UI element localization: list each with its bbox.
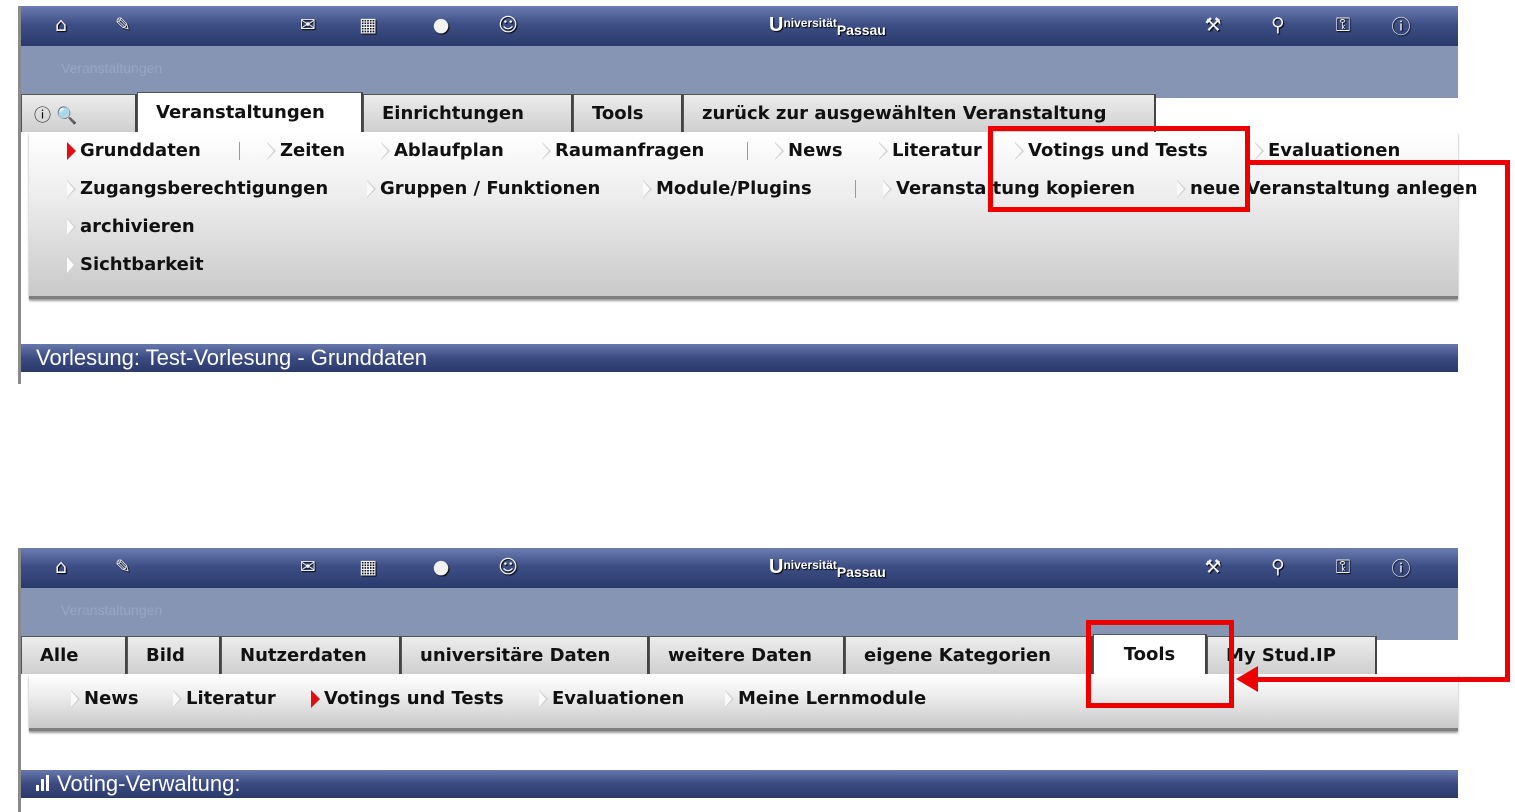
brand-logo: UniversitätPassau — [769, 14, 886, 38]
search-icon[interactable]: ⚲ — [1266, 555, 1290, 579]
arrow-icon — [173, 689, 182, 708]
tab-bild[interactable]: Bild — [127, 636, 221, 674]
submenu-item-archivieren[interactable]: archivieren — [67, 216, 195, 237]
submenu-item-sichtbarkeit[interactable]: Sichtbarkeit — [67, 254, 204, 275]
connector-line-top — [1250, 160, 1510, 165]
arrow-icon — [267, 141, 276, 160]
brand-logo: UniversitätPassau — [769, 556, 886, 580]
chat-icon[interactable]: ● — [429, 555, 453, 579]
chat-icon[interactable]: ● — [429, 13, 453, 37]
selected-arrow-icon — [67, 141, 76, 160]
key-icon[interactable]: ⚿ — [1331, 555, 1355, 579]
tab-einrichtungen[interactable]: Einrichtungen — [363, 94, 573, 132]
arrow-icon — [539, 689, 548, 708]
connector-line-bottom — [1258, 677, 1510, 682]
tab-tools[interactable]: Tools — [573, 94, 683, 132]
submenu-item-news[interactable]: News — [71, 688, 139, 709]
page-title: Voting-Verwaltung: — [21, 770, 1458, 798]
arrow-icon — [643, 179, 652, 198]
tools-icon[interactable]: ⚒ — [1201, 555, 1225, 579]
submenu-item-literatur[interactable]: Literatur — [879, 140, 982, 161]
mail-icon[interactable]: ✉ — [296, 13, 320, 37]
edit-icon[interactable]: ✎ — [111, 555, 135, 579]
separator — [855, 180, 856, 198]
submenu-item-evaluationen[interactable]: Evaluationen — [1255, 140, 1400, 161]
arrow-icon — [879, 141, 888, 160]
home-icon[interactable]: ⌂ — [49, 555, 73, 579]
submenu-row-4: Sichtbarkeit — [29, 246, 1458, 284]
nav-area: Veranstaltungen — [21, 46, 1458, 98]
tab-info-search[interactable]: ⓘ 🔍 — [21, 94, 137, 132]
tab-bar: ⓘ 🔍 Veranstaltungen Einrichtungen Tools … — [21, 92, 1156, 132]
tools-icon[interactable]: ⚒ — [1201, 13, 1225, 37]
arrow-icon — [367, 179, 376, 198]
arrow-icon — [1255, 141, 1264, 160]
submenu-item-evaluationen[interactable]: Evaluationen — [539, 688, 684, 709]
highlight-box-tools — [1086, 620, 1234, 708]
header-bar: ⌂ ✎ ✉ ▦ ● ☺ UniversitätPassau ⚒ ⚲ ⚿ ⓘ — [21, 6, 1458, 47]
arrow-icon — [71, 689, 80, 708]
separator — [747, 142, 748, 160]
submenu-item-raumanfragen[interactable]: Raumanfragen — [542, 140, 704, 161]
submenu-item-grunddaten[interactable]: Grunddaten — [67, 140, 201, 161]
submenu-item-gruppen-funktionen[interactable]: Gruppen / Funktionen — [367, 178, 600, 199]
arrow-icon — [67, 217, 76, 236]
arrow-icon — [381, 141, 390, 160]
key-icon[interactable]: ⚿ — [1331, 13, 1355, 37]
home-icon[interactable]: ⌂ — [49, 13, 73, 37]
tab-alle[interactable]: Alle — [21, 636, 127, 674]
highlight-box-votings — [988, 126, 1250, 212]
header-bar: ⌂ ✎ ✉ ▦ ● ☺ UniversitätPassau ⚒ ⚲ ⚿ ⓘ — [21, 548, 1458, 589]
arrow-icon — [775, 141, 784, 160]
selected-arrow-icon — [311, 689, 320, 708]
calendar-icon[interactable]: ▦ — [356, 555, 380, 579]
community-icon[interactable]: ☺ — [496, 555, 520, 579]
info-icon[interactable]: ⓘ — [1389, 13, 1413, 38]
arrow-icon — [67, 255, 76, 274]
submenu-item-literatur[interactable]: Literatur — [173, 688, 276, 709]
chart-icon — [36, 775, 49, 791]
tab-eigene-kategorien[interactable]: eigene Kategorien — [845, 636, 1093, 674]
nav-area: Veranstaltungen — [21, 588, 1458, 640]
separator — [239, 142, 240, 160]
page-title-text: Voting-Verwaltung: — [57, 771, 241, 796]
arrow-icon — [67, 179, 76, 198]
arrow-head-icon — [1236, 666, 1258, 692]
submenu-item-zeiten[interactable]: Zeiten — [267, 140, 345, 161]
submenu-item-module-plugins[interactable]: Module/Plugins — [643, 178, 812, 199]
ghost-heading: Veranstaltungen — [61, 60, 163, 76]
info-icon[interactable]: ⓘ — [1389, 555, 1413, 580]
arrow-icon — [883, 179, 892, 198]
arrow-icon — [542, 141, 551, 160]
submenu-item-zugangsberechtigungen[interactable]: Zugangsberechtigungen — [67, 178, 328, 199]
submenu-item-news[interactable]: News — [775, 140, 843, 161]
tab-universitaere-daten[interactable]: universitäre Daten — [401, 636, 649, 674]
submenu-item-ablaufplan[interactable]: Ablaufplan — [381, 140, 504, 161]
search-icon[interactable]: ⚲ — [1266, 13, 1290, 37]
tab-nutzerdaten[interactable]: Nutzerdaten — [221, 636, 401, 674]
tab-veranstaltungen[interactable]: Veranstaltungen — [137, 92, 363, 132]
submenu-row-3: archivieren — [29, 208, 1458, 246]
page-title: Vorlesung: Test-Vorlesung - Grunddaten — [21, 344, 1458, 372]
connector-line-vertical — [1505, 160, 1510, 682]
community-icon[interactable]: ☺ — [496, 13, 520, 37]
submenu-item-meine-lernmodule[interactable]: Meine Lernmodule — [725, 688, 926, 709]
edit-icon[interactable]: ✎ — [111, 13, 135, 37]
submenu-item-votings-und-tests[interactable]: Votings und Tests — [311, 688, 504, 709]
mail-icon[interactable]: ✉ — [296, 555, 320, 579]
arrow-icon — [725, 689, 734, 708]
ghost-heading: Veranstaltungen — [61, 602, 163, 618]
tab-weitere-daten[interactable]: weitere Daten — [649, 636, 845, 674]
calendar-icon[interactable]: ▦ — [356, 13, 380, 37]
